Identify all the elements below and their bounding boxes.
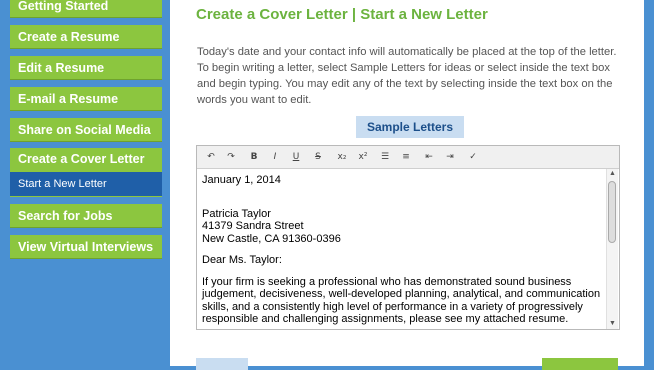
letter-content[interactable]: January 1, 2014 Patricia Taylor 41379 Sa… bbox=[202, 174, 604, 326]
letter-editor[interactable]: ↶ ↷ B I U S x₂ x² ☰ ≡ ⇤ ⇥ ✓ January 1, 2… bbox=[196, 145, 620, 330]
main-panel: Create a Cover Letter | Start a New Lett… bbox=[170, 0, 644, 370]
nav-create-resume[interactable]: Create a Resume bbox=[10, 25, 162, 49]
recipient-city: New Castle, CA 91360-0396 bbox=[202, 232, 341, 245]
nav-group-cover-letter: Create a Cover Letter Start a New Letter bbox=[10, 148, 162, 197]
right-border bbox=[644, 0, 654, 366]
next-button[interactable] bbox=[542, 358, 618, 370]
sample-letters-button[interactable]: Sample Letters bbox=[356, 116, 464, 138]
recipient-street: 41379 Sandra Street bbox=[202, 220, 304, 232]
editor-scrollbar[interactable]: ▲ ▼ bbox=[606, 169, 618, 329]
page-title: Create a Cover Letter | Start a New Lett… bbox=[196, 6, 488, 23]
bullet-list-icon[interactable]: ≡ bbox=[398, 149, 414, 165]
nav-email-resume[interactable]: E-mail a Resume bbox=[10, 87, 162, 111]
italic-button[interactable]: I bbox=[267, 149, 283, 165]
salutation: Dear Ms. Taylor: bbox=[202, 254, 282, 266]
scroll-down-icon[interactable]: ▼ bbox=[607, 319, 618, 329]
letter-body: If your firm is seeking a professional w… bbox=[202, 275, 601, 326]
subscript-button[interactable]: x₂ bbox=[334, 149, 350, 165]
underline-button[interactable]: U bbox=[288, 149, 304, 165]
superscript-button[interactable]: x² bbox=[355, 149, 371, 165]
spellcheck-icon[interactable]: ✓ bbox=[465, 149, 481, 165]
bold-button[interactable]: B bbox=[246, 149, 262, 165]
sidebar: Getting Started Create a Resume Edit a R… bbox=[0, 0, 170, 366]
outdent-icon[interactable]: ⇤ bbox=[421, 149, 437, 165]
redo-icon[interactable]: ↷ bbox=[223, 149, 239, 165]
nav-create-cover-letter[interactable]: Create a Cover Letter bbox=[10, 148, 162, 172]
numbered-list-icon[interactable]: ☰ bbox=[377, 149, 393, 165]
letter-date: January 1, 2014 bbox=[202, 174, 281, 186]
indent-icon[interactable]: ⇥ bbox=[442, 149, 458, 165]
back-button[interactable] bbox=[196, 358, 248, 370]
nav-start-new-letter[interactable]: Start a New Letter bbox=[10, 172, 162, 196]
nav-share-social[interactable]: Share on Social Media bbox=[10, 118, 162, 142]
nav-getting-started[interactable]: Getting Started bbox=[10, 0, 162, 18]
nav-search-jobs[interactable]: Search for Jobs bbox=[10, 204, 162, 228]
editor-toolbar: ↶ ↷ B I U S x₂ x² ☰ ≡ ⇤ ⇥ ✓ bbox=[197, 146, 619, 169]
nav-edit-resume[interactable]: Edit a Resume bbox=[10, 56, 162, 80]
recipient-name: Patricia Taylor bbox=[202, 207, 271, 220]
intro-text: Today's date and your contact info will … bbox=[197, 46, 617, 106]
strikethrough-button[interactable]: S bbox=[310, 149, 326, 165]
undo-icon[interactable]: ↶ bbox=[203, 149, 219, 165]
scroll-up-icon[interactable]: ▲ bbox=[607, 169, 618, 179]
scroll-thumb[interactable] bbox=[608, 181, 616, 243]
nav-virtual-interviews[interactable]: View Virtual Interviews bbox=[10, 235, 162, 259]
